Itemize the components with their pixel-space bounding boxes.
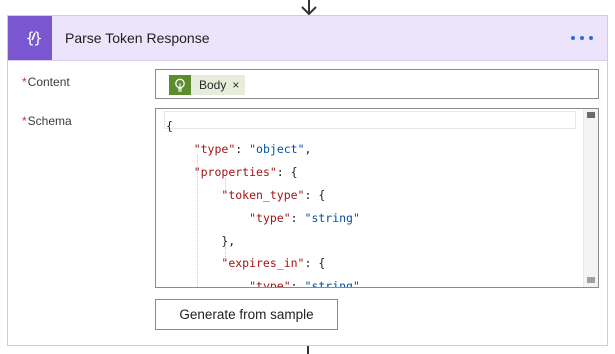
content-label: *Content: [22, 75, 70, 89]
code-line: "token_type": {: [221, 187, 326, 202]
scroll-marker: [587, 277, 595, 283]
schema-label-text: Schema: [27, 114, 72, 128]
required-mark: *: [22, 75, 27, 89]
code-line: "expires_in": {: [221, 256, 326, 271]
scroll-thumb[interactable]: [587, 112, 595, 118]
action-card: { } Parse Token Response *Content Body ×: [7, 15, 608, 346]
generate-from-sample-button[interactable]: Generate from sample: [155, 299, 338, 330]
code-line: "type": "object",: [193, 141, 312, 156]
code-line: {: [166, 119, 173, 133]
action-title: Parse Token Response: [65, 30, 210, 46]
body-token[interactable]: Body ×: [169, 75, 246, 95]
code-line: },: [166, 233, 236, 248]
action-header[interactable]: { } Parse Token Response: [8, 16, 607, 61]
curly-braces-icon: { }: [8, 16, 52, 60]
svg-text:}: }: [33, 29, 42, 47]
content-label-text: Content: [27, 75, 70, 89]
schema-editor[interactable]: { "type": "object", "properties": { "tok…: [155, 108, 599, 288]
required-mark: *: [22, 114, 27, 128]
close-icon[interactable]: ×: [230, 78, 245, 92]
code-line: "properties": {: [193, 164, 298, 179]
scrollbar[interactable]: [583, 109, 598, 287]
code-line: "type": "string": [249, 210, 360, 225]
more-options-icon[interactable]: [571, 33, 593, 43]
code-line: "type": "string": [249, 279, 360, 288]
schema-code: { "type": "object", "properties": { "tok…: [166, 115, 360, 288]
lightbulb-icon: [169, 75, 191, 95]
connector-arrow-icon: [301, 0, 317, 16]
schema-label: *Schema: [22, 114, 72, 128]
connector-line: [307, 346, 309, 354]
token-label: Body: [199, 78, 227, 92]
content-input[interactable]: Body ×: [155, 69, 599, 99]
